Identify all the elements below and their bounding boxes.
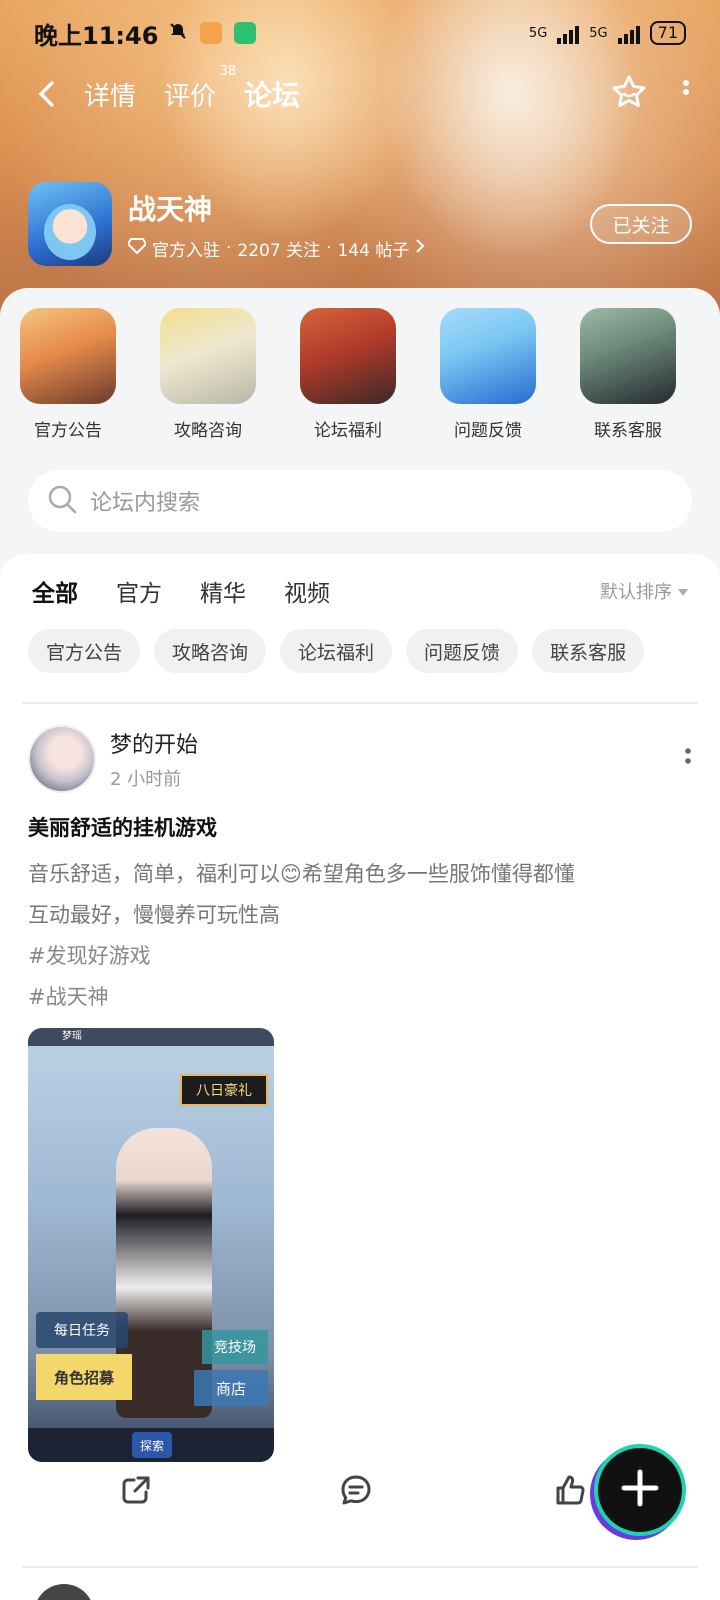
notification-app-icon-orange <box>200 22 223 44</box>
feed-tabs: 全部 官方 精华 视频 默认排序 <box>32 574 688 612</box>
post-body: 音乐舒适，简单，福利可以😊希望角色多一些服饰懂得都懂 互动最好，慢慢养可玩性高 … <box>28 854 692 1018</box>
verified-label: 官方入驻 <box>152 240 220 261</box>
filter-chips: 官方公告 攻略咨询 论坛福利 问题反馈 联系客服 <box>28 629 645 673</box>
forum-search-input[interactable]: 论坛内搜索 <box>28 470 692 532</box>
signal-icon-2 <box>617 22 640 44</box>
category-label: 问题反馈 <box>454 421 522 441</box>
share-icon[interactable] <box>116 1470 156 1510</box>
post-screenshot-image[interactable]: 梦瑶 八日豪礼 每日任务 角色招募 竞技场 商店 探索 <box>28 1028 274 1462</box>
mute-bell-icon <box>168 19 188 47</box>
favorite-star-icon[interactable] <box>610 73 648 115</box>
followers-count: 2207 关注 <box>237 240 321 261</box>
post-body-line: 音乐舒适，简单，福利可以😊希望角色多一些服饰懂得都懂 <box>28 862 575 886</box>
status-bar: 晚上11:46 5G 5G 71 <box>0 0 720 66</box>
feed-tab-featured[interactable]: 精华 <box>200 574 246 608</box>
chip-strategy[interactable]: 攻略咨询 <box>154 629 267 673</box>
network-label-2: 5G <box>589 25 608 41</box>
blue-hair-avatar-icon <box>440 308 536 404</box>
chip-benefits[interactable]: 论坛福利 <box>280 629 393 673</box>
hashtag-link[interactable]: #发现好游戏 <box>28 936 692 977</box>
tab-reviews[interactable]: 评价 38 <box>164 64 236 113</box>
comment-icon[interactable] <box>336 1470 376 1510</box>
post-feed: 全部 官方 精华 视频 默认排序 官方公告 攻略咨询 论坛福利 问题反馈 联系客… <box>0 554 720 1600</box>
sort-label: 默认排序 <box>600 582 672 603</box>
forum-sheet: 官方公告 攻略咨询 论坛福利 问题反馈 联系客服 论坛内搜索 全部 官方 精华 <box>0 288 720 1600</box>
game-meta[interactable]: 官方入驻 · 2207 关注 · 144 帖子 <box>127 236 425 261</box>
red-dress-avatar-icon <box>300 308 396 404</box>
fox-girl-avatar-icon <box>20 308 116 404</box>
category-benefits[interactable]: 论坛福利 <box>300 308 440 441</box>
category-label: 论坛福利 <box>314 421 382 441</box>
dark-hair-avatar-icon <box>580 308 676 404</box>
screenshot-banner: 八日豪礼 <box>180 1074 268 1106</box>
screenshot-recruit: 角色招募 <box>36 1354 132 1400</box>
post-card[interactable]: 梦的开始 2 小时前 美丽舒适的挂机游戏 音乐舒适，简单，福利可以😊希望角色多一… <box>28 714 692 1462</box>
screenshot-daily-task: 每日任务 <box>36 1312 128 1348</box>
game-icon[interactable] <box>28 182 112 266</box>
game-name: 战天神 <box>128 192 213 226</box>
tab-forum[interactable]: 论坛 <box>244 74 300 116</box>
more-vertical-icon[interactable] <box>682 80 690 108</box>
chevron-right-icon <box>415 238 425 259</box>
category-label: 联系客服 <box>594 421 662 441</box>
author-info: 梦的开始 2 小时前 <box>110 727 198 791</box>
screenshot-shop: 商店 <box>194 1370 268 1406</box>
category-support[interactable]: 联系客服 <box>580 308 720 441</box>
notification-app-icon-green <box>234 22 257 44</box>
meta-separator: · <box>226 238 232 258</box>
diamond-icon <box>127 237 147 259</box>
author-avatar[interactable] <box>28 725 96 793</box>
meta-separator: · <box>326 238 332 258</box>
category-feedback[interactable]: 问题反馈 <box>440 308 580 441</box>
category-label: 官方公告 <box>34 421 102 441</box>
white-hair-avatar-icon <box>160 308 256 404</box>
post-body-line: 互动最好，慢慢养可玩性高 <box>28 903 280 927</box>
chip-official-announcement[interactable]: 官方公告 <box>28 629 141 673</box>
create-post-button[interactable] <box>594 1444 686 1536</box>
screenshot-player-name: 梦瑶 <box>28 1028 274 1046</box>
chip-feedback[interactable]: 问题反馈 <box>406 629 519 673</box>
category-row: 官方公告 攻略咨询 论坛福利 问题反馈 联系客服 <box>20 308 720 441</box>
divider <box>22 702 698 704</box>
screenshot-arena: 竞技场 <box>202 1330 268 1364</box>
search-placeholder: 论坛内搜索 <box>90 491 201 516</box>
hashtag-link[interactable]: #战天神 <box>28 977 692 1018</box>
like-icon[interactable] <box>550 1470 590 1510</box>
feed-tab-official[interactable]: 官方 <box>116 574 162 608</box>
post-more-icon[interactable] <box>684 747 692 771</box>
plus-icon <box>620 1468 660 1512</box>
feed-tab-all[interactable]: 全部 <box>32 574 78 612</box>
back-arrow-icon[interactable] <box>30 77 64 111</box>
category-official-announcement[interactable]: 官方公告 <box>20 308 160 441</box>
follow-button[interactable]: 已关注 <box>590 204 692 244</box>
screenshot-explore: 探索 <box>132 1432 172 1458</box>
status-time: 晚上11:46 <box>34 21 159 50</box>
tab-details[interactable]: 详情 <box>84 76 136 113</box>
sort-dropdown[interactable]: 默认排序 <box>600 578 688 604</box>
post-time: 2 小时前 <box>110 769 182 790</box>
feed-tab-video[interactable]: 视频 <box>284 574 330 608</box>
post-title: 美丽舒适的挂机游戏 <box>28 816 217 840</box>
top-navigation: 详情 评价 38 论坛 <box>0 64 720 122</box>
reviews-count-badge: 38 <box>219 63 237 79</box>
game-text: 战天神 官方入驻 · 2207 关注 · 144 帖子 <box>127 188 425 261</box>
category-strategy[interactable]: 攻略咨询 <box>160 308 300 441</box>
post-author-row: 梦的开始 2 小时前 <box>28 714 692 804</box>
game-info: 战天神 官方入驻 · 2207 关注 · 144 帖子 已关注 <box>28 182 692 266</box>
caret-down-icon <box>678 581 688 602</box>
posts-count: 144 帖子 <box>337 240 410 261</box>
network-label-1: 5G <box>528 25 548 41</box>
signal-icon-1 <box>557 22 580 44</box>
author-name[interactable]: 梦的开始 <box>110 727 198 759</box>
divider <box>22 1566 698 1568</box>
category-label: 攻略咨询 <box>174 421 242 441</box>
chip-support[interactable]: 联系客服 <box>532 629 645 673</box>
search-icon <box>46 483 78 519</box>
tab-reviews-label: 评价 <box>164 81 217 112</box>
battery-indicator: 71 <box>649 21 686 45</box>
